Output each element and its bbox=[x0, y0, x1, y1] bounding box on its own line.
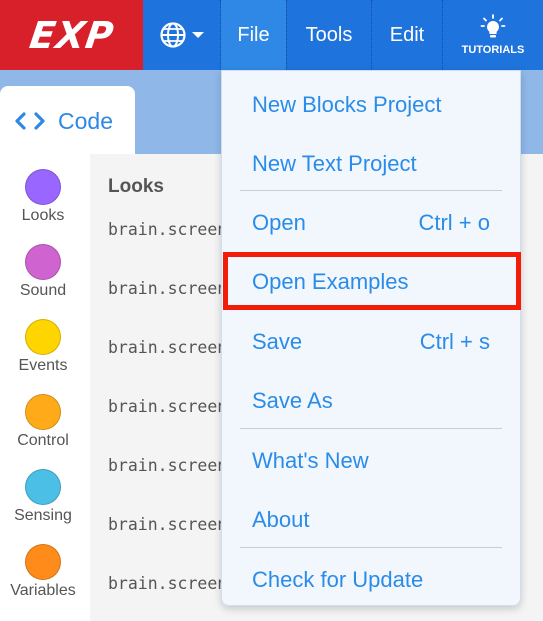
menu-divider bbox=[240, 190, 502, 191]
menu-divider bbox=[240, 547, 502, 548]
menu-item-shortcut: Ctrl + o bbox=[418, 210, 490, 235]
menu-item-save-as[interactable]: Save As bbox=[252, 381, 490, 421]
code-tab[interactable]: Code bbox=[0, 86, 135, 156]
tutorials-button[interactable]: TUTORIALS bbox=[443, 0, 543, 70]
menu-item-save[interactable]: Save Ctrl + s bbox=[252, 322, 490, 362]
menu-item-new-blocks-project[interactable]: New Blocks Project bbox=[252, 85, 490, 125]
category-dot bbox=[25, 319, 61, 355]
menu-item-label: Open bbox=[252, 210, 306, 235]
logo-text: EXP bbox=[26, 13, 117, 57]
top-toolbar: EXP File Tools Edit TUTORIALS bbox=[0, 0, 543, 70]
file-menu-label: File bbox=[237, 23, 270, 46]
category-looks[interactable]: Looks bbox=[0, 169, 86, 225]
tools-menu-button[interactable]: Tools bbox=[287, 0, 371, 70]
category-sensing[interactable]: Sensing bbox=[0, 469, 86, 525]
tutorials-label: TUTORIALS bbox=[461, 44, 525, 56]
category-dot bbox=[25, 544, 61, 580]
category-label: Events bbox=[18, 357, 68, 374]
category-label: Sensing bbox=[14, 507, 72, 524]
menu-item-label: Save bbox=[252, 329, 303, 354]
category-sound[interactable]: Sound bbox=[0, 244, 86, 300]
category-control[interactable]: Control bbox=[0, 394, 86, 450]
edit-menu-label: Edit bbox=[389, 23, 425, 46]
menu-item-label: About bbox=[252, 507, 310, 532]
tools-menu-label: Tools bbox=[305, 23, 353, 46]
menu-item-label: New Text Project bbox=[252, 151, 417, 176]
globe-icon bbox=[159, 22, 186, 48]
category-dot bbox=[25, 244, 61, 280]
category-label: Looks bbox=[21, 207, 65, 224]
code-tab-label: Code bbox=[58, 107, 113, 134]
palette-section-title: Looks bbox=[108, 176, 164, 197]
app-logo: EXP bbox=[0, 0, 143, 70]
menu-item-whats-new[interactable]: What's New bbox=[252, 441, 490, 481]
menu-item-label: Save As bbox=[252, 388, 333, 413]
file-menu-button[interactable]: File bbox=[221, 0, 286, 70]
menu-item-open[interactable]: Open Ctrl + o bbox=[252, 203, 490, 243]
menu-item-check-for-update[interactable]: Check for Update bbox=[252, 560, 490, 600]
category-label: Sound bbox=[19, 282, 67, 299]
menu-item-label: New Blocks Project bbox=[252, 92, 442, 117]
chevron-down-icon bbox=[191, 32, 204, 38]
menu-item-label: Check for Update bbox=[252, 567, 424, 592]
menu-divider bbox=[240, 428, 502, 429]
code-brackets-icon bbox=[15, 112, 45, 130]
lightbulb-icon bbox=[480, 14, 506, 38]
category-label: Control bbox=[17, 432, 69, 449]
category-events[interactable]: Events bbox=[0, 319, 86, 375]
menu-item-label: What's New bbox=[252, 448, 369, 473]
menu-item-about[interactable]: About bbox=[252, 500, 490, 540]
highlight-box bbox=[223, 252, 521, 310]
menu-item-new-text-project[interactable]: New Text Project bbox=[252, 144, 490, 184]
category-dot bbox=[25, 169, 61, 205]
edit-menu-button[interactable]: Edit bbox=[372, 0, 442, 70]
category-sidebar: Looks Sound Events Control Sensing Varia… bbox=[0, 154, 90, 621]
category-variables[interactable]: Variables bbox=[0, 544, 86, 600]
language-button[interactable] bbox=[143, 0, 220, 70]
category-label: Variables bbox=[10, 582, 76, 599]
menu-item-shortcut: Ctrl + s bbox=[419, 329, 490, 354]
file-dropdown-menu: New Blocks Project New Text Project Open… bbox=[221, 70, 521, 606]
category-dot bbox=[25, 469, 61, 505]
category-dot bbox=[25, 394, 61, 430]
